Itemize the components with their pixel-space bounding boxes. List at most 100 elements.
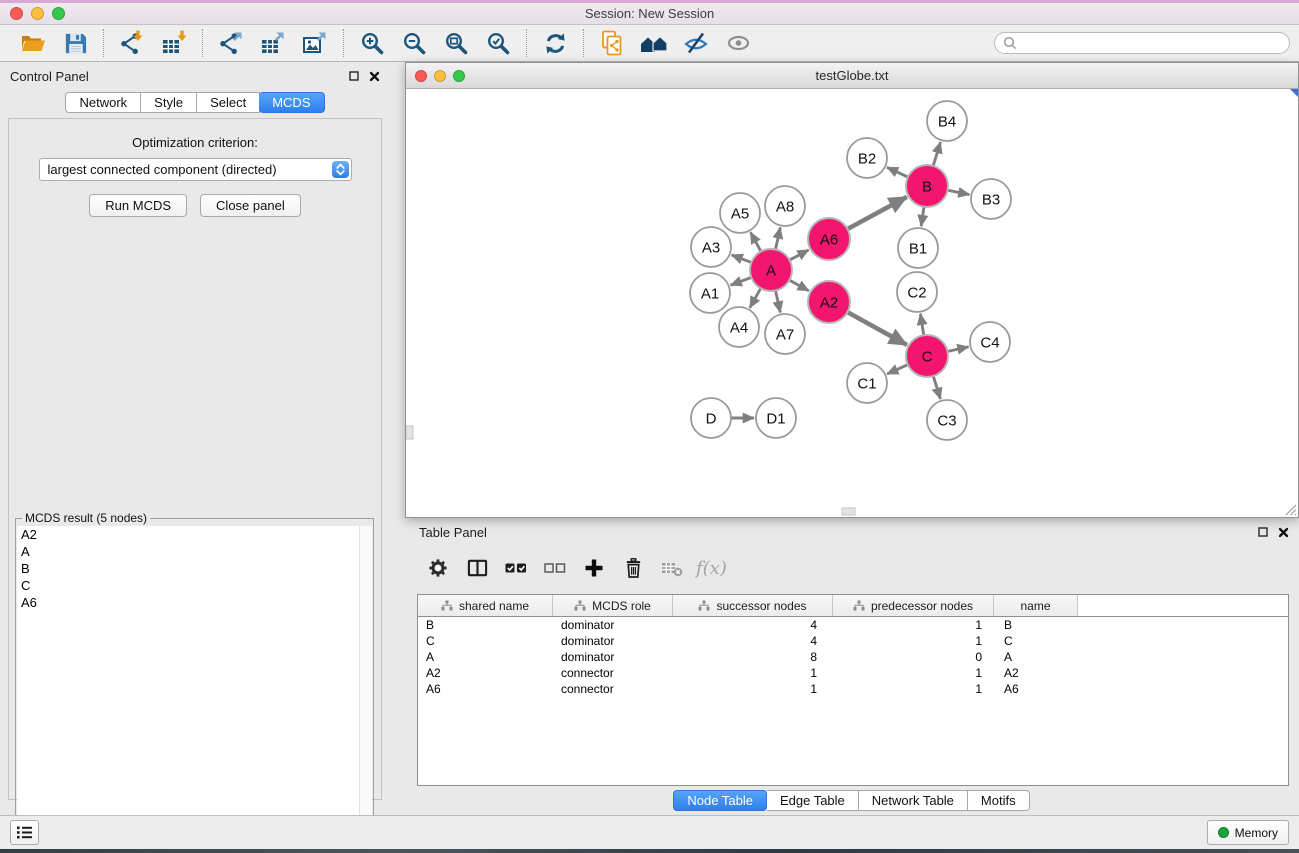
canvas-scroll-thumb[interactable] bbox=[842, 508, 855, 515]
select-all-columns-button[interactable] bbox=[501, 554, 531, 582]
close-panel-button[interactable]: Close panel bbox=[200, 194, 301, 217]
deselect-all-columns-button[interactable] bbox=[540, 554, 570, 582]
result-scrollbar[interactable] bbox=[359, 526, 372, 849]
edge-A-A5[interactable] bbox=[751, 232, 762, 253]
graph-node-A3[interactable]: A3 bbox=[691, 227, 731, 267]
zoom-out-button[interactable] bbox=[398, 28, 430, 58]
export-table-button[interactable] bbox=[257, 28, 289, 58]
table-row-C[interactable]: Cdominator41C bbox=[418, 633, 1288, 649]
close-table-panel-icon[interactable] bbox=[1278, 527, 1289, 538]
graph-node-A[interactable]: A bbox=[750, 249, 792, 291]
tab-network-table[interactable]: Network Table bbox=[859, 790, 968, 811]
edge-C-C4[interactable] bbox=[946, 347, 969, 352]
edge-A-A3[interactable] bbox=[732, 255, 754, 263]
column-header-name[interactable]: name bbox=[994, 595, 1078, 616]
edge-A-A8[interactable] bbox=[775, 227, 780, 251]
memory-button[interactable]: Memory bbox=[1207, 820, 1289, 845]
save-session-button[interactable] bbox=[59, 28, 91, 58]
mcds-result-list[interactable]: A2ABCA6 bbox=[17, 526, 372, 849]
mcds-result-item[interactable]: A bbox=[17, 543, 372, 560]
graph-node-C2[interactable]: C2 bbox=[897, 272, 937, 312]
zoom-in-button[interactable] bbox=[356, 28, 388, 58]
mcds-result-item[interactable]: C bbox=[17, 577, 372, 594]
criterion-select[interactable]: largest connected component (directed) bbox=[39, 158, 352, 181]
canvas-scroll-thumb[interactable] bbox=[406, 426, 413, 439]
copy-network-button[interactable] bbox=[596, 28, 628, 58]
graph-node-A6[interactable]: A6 bbox=[808, 218, 850, 260]
home-view-button[interactable] bbox=[638, 28, 670, 58]
export-network-button[interactable] bbox=[215, 28, 247, 58]
column-header-predecessor-nodes[interactable]: predecessor nodes bbox=[833, 595, 994, 616]
graph-node-A4[interactable]: A4 bbox=[719, 307, 759, 347]
close-panel-icon[interactable] bbox=[369, 71, 380, 82]
run-mcds-button[interactable]: Run MCDS bbox=[89, 194, 187, 217]
table-row-B[interactable]: Bdominator41B bbox=[418, 617, 1288, 633]
mcds-result-item[interactable]: A2 bbox=[17, 526, 372, 543]
graph-node-C1[interactable]: C1 bbox=[847, 363, 887, 403]
show-all-button[interactable] bbox=[722, 28, 754, 58]
export-image-button[interactable] bbox=[299, 28, 331, 58]
column-header-MCDS-role[interactable]: MCDS role bbox=[553, 595, 673, 616]
network-window-titlebar[interactable]: testGlobe.txt bbox=[406, 63, 1298, 89]
edge-B-B3[interactable] bbox=[946, 190, 970, 195]
edge-B-B2[interactable] bbox=[887, 167, 910, 178]
tab-mcds[interactable]: MCDS bbox=[259, 92, 324, 113]
table-settings-button[interactable] bbox=[423, 554, 453, 582]
graph-node-B1[interactable]: B1 bbox=[898, 228, 938, 268]
graph-node-A8[interactable]: A8 bbox=[765, 186, 805, 226]
delete-column-button[interactable] bbox=[618, 554, 648, 582]
table-row-A[interactable]: Adominator80A bbox=[418, 649, 1288, 665]
edge-C-C1[interactable] bbox=[887, 364, 910, 374]
graph-node-A5[interactable]: A5 bbox=[720, 193, 760, 233]
graph-node-A7[interactable]: A7 bbox=[765, 314, 805, 354]
graph-node-B3[interactable]: B3 bbox=[971, 179, 1011, 219]
graph-node-B2[interactable]: B2 bbox=[847, 138, 887, 178]
network-canvas[interactable]: B4B2BB3A8A5A6A3B1AC2A1A2A4A7C4CC1C3DD1 bbox=[406, 89, 1298, 517]
task-history-button[interactable] bbox=[10, 820, 39, 845]
edge-A-A6[interactable] bbox=[788, 250, 809, 261]
mcds-result-item[interactable]: B bbox=[17, 560, 372, 577]
edge-A-A1[interactable] bbox=[731, 277, 754, 286]
table-row-A2[interactable]: A2connector11A2 bbox=[418, 665, 1288, 681]
edge-A-A2[interactable] bbox=[788, 279, 809, 291]
search-input[interactable] bbox=[994, 32, 1290, 54]
tab-select[interactable]: Select bbox=[197, 92, 260, 113]
zoom-selected-button[interactable] bbox=[482, 28, 514, 58]
add-column-button[interactable] bbox=[579, 554, 609, 582]
edge-A6-B[interactable] bbox=[846, 197, 907, 230]
float-panel-icon[interactable] bbox=[349, 71, 359, 81]
edge-C-C3[interactable] bbox=[933, 374, 941, 399]
edge-A-A4[interactable] bbox=[750, 287, 762, 308]
graph-node-B4[interactable]: B4 bbox=[927, 101, 967, 141]
edge-B-B4[interactable] bbox=[933, 142, 941, 168]
tab-edge-table[interactable]: Edge Table bbox=[767, 790, 859, 811]
graph-node-C3[interactable]: C3 bbox=[927, 400, 967, 440]
edge-C-C2[interactable] bbox=[920, 314, 924, 337]
graph-node-B[interactable]: B bbox=[906, 165, 948, 207]
zoom-fit-button[interactable] bbox=[440, 28, 472, 58]
hide-selected-button[interactable] bbox=[680, 28, 712, 58]
graph-node-D1[interactable]: D1 bbox=[756, 398, 796, 438]
graph-node-D[interactable]: D bbox=[691, 398, 731, 438]
tab-network[interactable]: Network bbox=[65, 92, 141, 113]
tab-style[interactable]: Style bbox=[141, 92, 197, 113]
graph-node-C[interactable]: C bbox=[906, 335, 948, 377]
import-network-button[interactable] bbox=[116, 28, 148, 58]
graph-node-A1[interactable]: A1 bbox=[690, 273, 730, 313]
resize-grip[interactable] bbox=[1282, 501, 1297, 516]
float-table-panel-icon[interactable] bbox=[1258, 527, 1268, 537]
import-table-button[interactable] bbox=[158, 28, 190, 58]
table-row-A6[interactable]: A6connector11A6 bbox=[418, 681, 1288, 697]
edge-A-A7[interactable] bbox=[775, 289, 780, 313]
tab-motifs[interactable]: Motifs bbox=[968, 790, 1030, 811]
mcds-result-item[interactable]: A6 bbox=[17, 594, 372, 611]
open-file-button[interactable] bbox=[17, 28, 49, 58]
refresh-view-button[interactable] bbox=[539, 28, 571, 58]
column-visibility-button[interactable] bbox=[462, 554, 492, 582]
edge-A2-C[interactable] bbox=[846, 311, 907, 345]
graph-node-C4[interactable]: C4 bbox=[970, 322, 1010, 362]
edge-B-B1[interactable] bbox=[921, 205, 924, 226]
column-header-successor-nodes[interactable]: successor nodes bbox=[673, 595, 833, 616]
tab-node-table[interactable]: Node Table bbox=[673, 790, 767, 811]
column-header-shared-name[interactable]: shared name bbox=[418, 595, 553, 616]
